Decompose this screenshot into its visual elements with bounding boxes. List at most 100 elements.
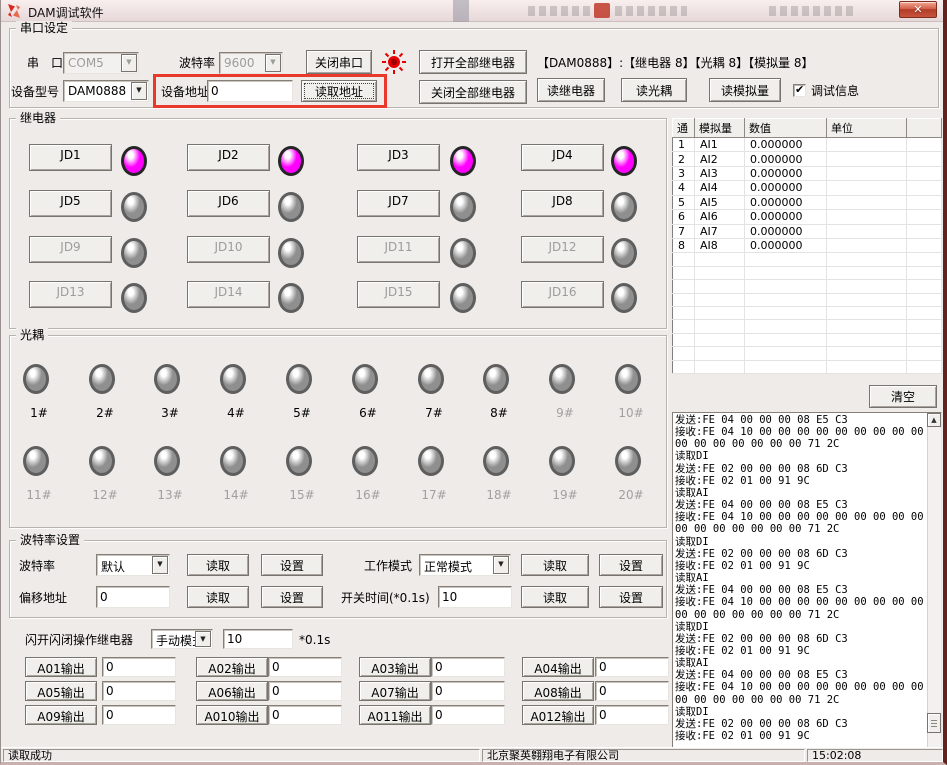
read-opto-button[interactable]: 读光耦 xyxy=(621,78,687,102)
opto-label-17: 17# xyxy=(414,488,454,502)
table-row[interactable]: 8AI80.000000 xyxy=(673,238,942,252)
offset-addr-input[interactable] xyxy=(96,586,170,608)
table-row[interactable]: 1AI10.000000 xyxy=(673,138,942,152)
ao6-value-input[interactable] xyxy=(268,681,342,701)
ao4-output-button[interactable]: A04输出 xyxy=(522,657,594,677)
offset-set-button[interactable]: 设置 xyxy=(261,586,323,608)
log-panel[interactable]: 发送:FE 04 00 00 00 08 E5 C3 接收:FE 04 10 0… xyxy=(672,412,942,748)
chevron-down-icon xyxy=(152,556,168,574)
ao5-value-input[interactable] xyxy=(102,681,176,701)
read-relay-button[interactable]: 读继电器 xyxy=(537,78,605,102)
relay-button-jd6[interactable]: JD6 xyxy=(187,190,270,217)
relay-button-jd1[interactable]: JD1 xyxy=(29,144,112,171)
table-row[interactable]: 6AI60.000000 xyxy=(673,210,942,224)
ao2-value-input[interactable] xyxy=(268,657,342,677)
relay-light-jd8 xyxy=(611,192,637,222)
ao5-output-button[interactable]: A05输出 xyxy=(25,681,97,701)
scroll-up-icon[interactable] xyxy=(927,413,941,427)
relay-button-jd9: JD9 xyxy=(29,236,112,263)
chevron-down-icon xyxy=(493,556,509,574)
relay-button-jd8[interactable]: JD8 xyxy=(521,190,604,217)
work-mode-value: 正常模式 xyxy=(424,558,472,575)
work-mode-select[interactable]: 正常模式 xyxy=(419,554,511,576)
opto-label-10: 10# xyxy=(611,406,651,420)
ao7-output-button[interactable]: A07输出 xyxy=(359,681,431,701)
baud-read-button[interactable]: 读取 xyxy=(187,554,249,576)
ao7-value-input[interactable] xyxy=(431,681,505,701)
table-row-empty xyxy=(673,333,942,346)
table-row[interactable]: 7AI70.000000 xyxy=(673,224,942,238)
work-mode-read-button[interactable]: 读取 xyxy=(521,554,589,576)
ao6-output-button[interactable]: A06输出 xyxy=(196,681,268,701)
table-row-empty xyxy=(673,360,942,374)
baud-label: 波特率 xyxy=(179,56,215,70)
read-addr-button[interactable]: 读取地址 xyxy=(301,80,377,102)
opto-light-18 xyxy=(483,446,509,476)
relay-button-jd3[interactable]: JD3 xyxy=(357,144,440,171)
ao3-output-button[interactable]: A03输出 xyxy=(359,657,431,677)
relay-button-jd2[interactable]: JD2 xyxy=(187,144,270,171)
work-mode-set-button[interactable]: 设置 xyxy=(599,554,663,576)
read-analog-button[interactable]: 读模拟量 xyxy=(709,78,781,102)
switch-time-set-button[interactable]: 设置 xyxy=(599,586,663,608)
debug-checkbox[interactable] xyxy=(793,84,806,97)
log-text[interactable]: 发送:FE 04 00 00 00 08 E5 C3 接收:FE 04 10 0… xyxy=(673,413,941,743)
table-row[interactable]: 2AI20.000000 xyxy=(673,152,942,166)
close-serial-button[interactable]: 关闭串口 xyxy=(306,50,372,74)
table-row[interactable]: 3AI30.000000 xyxy=(673,166,942,180)
ao3-value-input[interactable] xyxy=(431,657,505,677)
relay-button-jd10: JD10 xyxy=(187,236,270,263)
col-header-channel: 通 xyxy=(673,119,695,138)
ao8-output-button[interactable]: A08输出 xyxy=(522,681,594,701)
opto-light-12 xyxy=(89,446,115,476)
serial-port-select: COM5 xyxy=(63,52,139,74)
opto-light-8 xyxy=(483,364,509,394)
relay-button-jd13: JD13 xyxy=(29,281,112,308)
ao10-output-button[interactable]: A010输出 xyxy=(196,705,268,725)
device-addr-input[interactable] xyxy=(207,80,293,102)
switch-time-read-button[interactable]: 读取 xyxy=(521,586,589,608)
app-window: DAM调试软件 串口设定 串 口 COM5 波特率 9600 关闭串口 打开全部… xyxy=(0,0,947,765)
relay-light-jd2 xyxy=(278,146,304,176)
ao1-value-input[interactable] xyxy=(102,657,176,677)
titlebar-artifact xyxy=(528,6,590,16)
ao12-output-button[interactable]: A012输出 xyxy=(522,705,594,725)
ao10-value-input[interactable] xyxy=(268,705,342,725)
status-bar: 读取成功 北京聚英翱翔电子有限公司 15:02:08 xyxy=(1,747,943,762)
ao11-output-button[interactable]: A011输出 xyxy=(359,705,431,725)
close-all-relays-button[interactable]: 关闭全部继电器 xyxy=(419,80,527,104)
switch-time-input[interactable] xyxy=(438,586,512,608)
baud-set-select[interactable]: 默认 xyxy=(96,554,170,576)
ao11-value-input[interactable] xyxy=(431,705,505,725)
baud-set-button[interactable]: 设置 xyxy=(261,554,323,576)
log-scrollbar[interactable] xyxy=(927,413,941,747)
ao4-value-input[interactable] xyxy=(595,657,669,677)
clear-log-button[interactable]: 清空 xyxy=(869,385,937,408)
table-row[interactable]: 5AI50.000000 xyxy=(673,195,942,209)
ao8-value-input[interactable] xyxy=(595,681,669,701)
flash-time-input[interactable] xyxy=(223,629,293,649)
relay-button-jd5[interactable]: JD5 xyxy=(29,190,112,217)
debug-checkbox-label: 调试信息 xyxy=(811,84,859,98)
scrollbar-thumb[interactable] xyxy=(927,713,941,733)
analog-table: 通 模拟量 数值 单位 1AI10.000000 2AI20.000000 3A… xyxy=(672,118,942,374)
relay-button-jd15: JD15 xyxy=(357,281,440,308)
relay-button-jd4[interactable]: JD4 xyxy=(521,144,604,171)
flash-mode-select[interactable]: 手动模式 xyxy=(151,629,213,649)
ao2-output-button[interactable]: A02输出 xyxy=(196,657,268,677)
serial-port-label: 串 口 xyxy=(27,56,63,70)
open-all-relays-button[interactable]: 打开全部继电器 xyxy=(419,50,527,74)
opto-label-4: 4# xyxy=(216,406,256,420)
ao1-output-button[interactable]: A01输出 xyxy=(25,657,97,677)
offset-read-button[interactable]: 读取 xyxy=(187,586,249,608)
relay-button-jd7[interactable]: JD7 xyxy=(357,190,440,217)
table-row[interactable]: 4AI40.000000 xyxy=(673,181,942,195)
opto-light-4 xyxy=(220,364,246,394)
close-icon[interactable] xyxy=(899,1,937,18)
relay-button-jd12: JD12 xyxy=(521,236,604,263)
device-model-select[interactable]: DAM0888 xyxy=(63,80,149,102)
ao9-output-button[interactable]: A09输出 xyxy=(25,705,97,725)
relay-light-jd9 xyxy=(121,238,147,268)
ao9-value-input[interactable] xyxy=(102,705,176,725)
ao12-value-input[interactable] xyxy=(595,705,669,725)
